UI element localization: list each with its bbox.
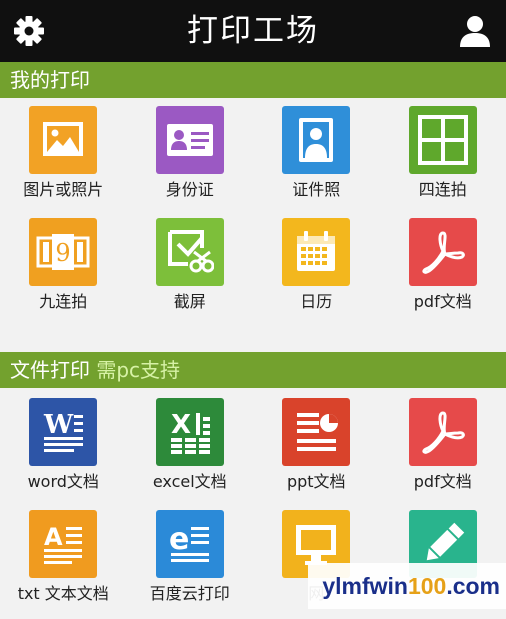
tile-id-card[interactable]: 身份证 xyxy=(127,106,254,218)
section-note: 需pc支持 xyxy=(96,358,180,382)
svg-text:9: 9 xyxy=(56,239,71,267)
tile-label: pdf文档 xyxy=(414,472,472,492)
tile-label: word文档 xyxy=(28,472,99,492)
image-icon xyxy=(29,106,97,174)
user-button[interactable] xyxy=(456,12,494,50)
svg-text:W: W xyxy=(43,410,74,440)
site-watermark: ylmfwin100.com xyxy=(308,563,506,609)
watermark-accent: 100 xyxy=(408,573,446,599)
tile-baidu-cloud[interactable]: e 百度云打印 xyxy=(127,510,254,619)
my-print-grid: 图片或照片 身份证 证件照 xyxy=(0,98,506,352)
app-header: 打印工场 xyxy=(0,0,506,62)
calendar-icon xyxy=(282,218,350,286)
id-card-icon xyxy=(156,106,224,174)
svg-text:X: X xyxy=(171,410,191,440)
tile-label: excel文档 xyxy=(153,472,227,492)
section-title: 文件打印 xyxy=(10,358,90,382)
tile-four-shots[interactable]: 四连拍 xyxy=(380,106,506,218)
svg-text:e: e xyxy=(169,522,189,557)
pdf-icon xyxy=(409,398,477,466)
tile-image-photo[interactable]: 图片或照片 xyxy=(0,106,127,218)
tile-label: ppt文档 xyxy=(287,472,346,492)
tile-nine-shots[interactable]: 9 九连拍 xyxy=(0,218,127,330)
txt-icon: A xyxy=(29,510,97,578)
nine-frame-icon: 9 xyxy=(29,218,97,286)
section-title: 我的打印 xyxy=(10,68,90,92)
tile-label: 证件照 xyxy=(292,180,340,200)
tile-pdf-mine[interactable]: pdf文档 xyxy=(380,218,506,330)
tile-label: 截屏 xyxy=(174,292,206,312)
four-grid-icon xyxy=(409,106,477,174)
tile-label: txt 文本文档 xyxy=(18,584,109,604)
tile-ppt[interactable]: ppt文档 xyxy=(253,398,380,510)
tile-label: 日历 xyxy=(300,292,332,312)
portrait-icon xyxy=(282,106,350,174)
tile-word[interactable]: W word文档 xyxy=(0,398,127,510)
tile-label: 四连拍 xyxy=(419,180,467,200)
word-icon: W xyxy=(29,398,97,466)
tile-txt[interactable]: A txt 文本文档 xyxy=(0,510,127,619)
tile-label: 九连拍 xyxy=(39,292,87,312)
section-file-print: 文件打印 需pc支持 xyxy=(0,352,506,388)
tile-screenshot[interactable]: 截屏 xyxy=(127,218,254,330)
tile-calendar[interactable]: 日历 xyxy=(253,218,380,330)
tile-label: pdf文档 xyxy=(414,292,472,312)
tile-label: 身份证 xyxy=(166,180,214,200)
excel-icon: X xyxy=(156,398,224,466)
watermark-main: ylmfwin xyxy=(322,573,408,599)
section-my-print: 我的打印 xyxy=(0,62,506,98)
pdf-icon xyxy=(409,218,477,286)
watermark-text: ylmfwin100.com xyxy=(322,573,500,600)
tile-label: 百度云打印 xyxy=(150,584,230,604)
svg-text:A: A xyxy=(44,523,63,551)
user-icon xyxy=(456,12,494,50)
screenshot-crop-icon xyxy=(156,218,224,286)
tile-excel[interactable]: X excel文档 xyxy=(127,398,254,510)
tile-label: 图片或照片 xyxy=(23,180,103,200)
page-title: 打印工场 xyxy=(0,0,506,62)
baidu-cloud-icon: e xyxy=(156,510,224,578)
tile-id-photo[interactable]: 证件照 xyxy=(253,106,380,218)
tile-pdf-file[interactable]: pdf文档 xyxy=(380,398,506,510)
ppt-icon xyxy=(282,398,350,466)
watermark-end: .com xyxy=(446,573,500,599)
